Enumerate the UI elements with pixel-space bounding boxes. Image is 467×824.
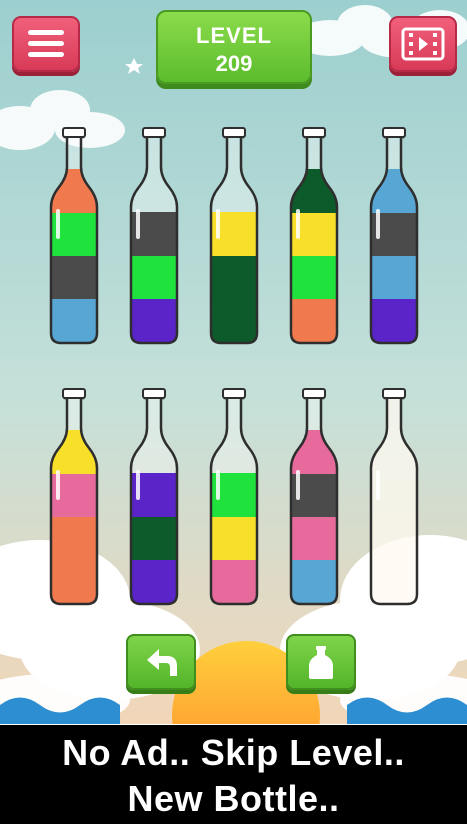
menu-icon [28,30,64,57]
liquid-layer [211,212,257,256]
liquid-layer [51,516,97,560]
liquid-layer [371,255,417,299]
liquid-layer [291,430,337,474]
liquid-layer [51,169,97,213]
background-scene [0,0,467,724]
liquid-layer [291,255,337,299]
liquid-layer [131,255,177,299]
liquid-layer [291,212,337,256]
liquid-layer [51,255,97,299]
liquid-layer [51,212,97,256]
liquid-layer [291,473,337,517]
liquid-layer [131,473,177,517]
undo-arrow-icon [147,649,177,676]
liquid-layer [371,212,417,256]
video-icon [401,27,445,61]
liquid-layer [131,516,177,560]
bottle-6[interactable] [43,388,105,610]
liquid-layer [291,169,337,213]
liquid-layer [291,516,337,560]
promo-banner: No Ad.. Skip Level.. New Bottle.. [0,725,467,824]
level-number: 209 [215,51,253,76]
liquid-layer [211,255,257,299]
game-screen: LEVEL 209 [0,0,467,824]
liquid-layer [131,212,177,256]
level-label: LEVEL [196,23,272,48]
bottle-4[interactable] [283,127,345,349]
bottle-8[interactable] [203,388,265,610]
liquid-layer [211,473,257,517]
banner-line-1: No Ad.. Skip Level.. [62,732,405,773]
undo-button[interactable] [126,634,196,690]
bottle-5[interactable] [363,127,425,349]
add-bottle-button[interactable] [286,634,356,690]
bottle-icon [309,646,333,679]
banner-line-2: New Bottle.. [127,778,340,819]
bottle-1[interactable] [43,127,105,349]
level-badge: LEVEL 209 [156,10,312,84]
liquid-layer [51,473,97,517]
bottle-9[interactable] [283,388,345,610]
video-button[interactable] [389,16,457,72]
menu-button[interactable] [12,16,80,72]
liquid-layer [211,516,257,560]
liquid-layer [51,430,97,474]
bottle-7[interactable] [123,388,185,610]
bottle-3[interactable] [203,127,265,349]
bottle-10[interactable] [363,388,425,610]
liquid-layer [371,169,417,213]
bottle-2[interactable] [123,127,185,349]
